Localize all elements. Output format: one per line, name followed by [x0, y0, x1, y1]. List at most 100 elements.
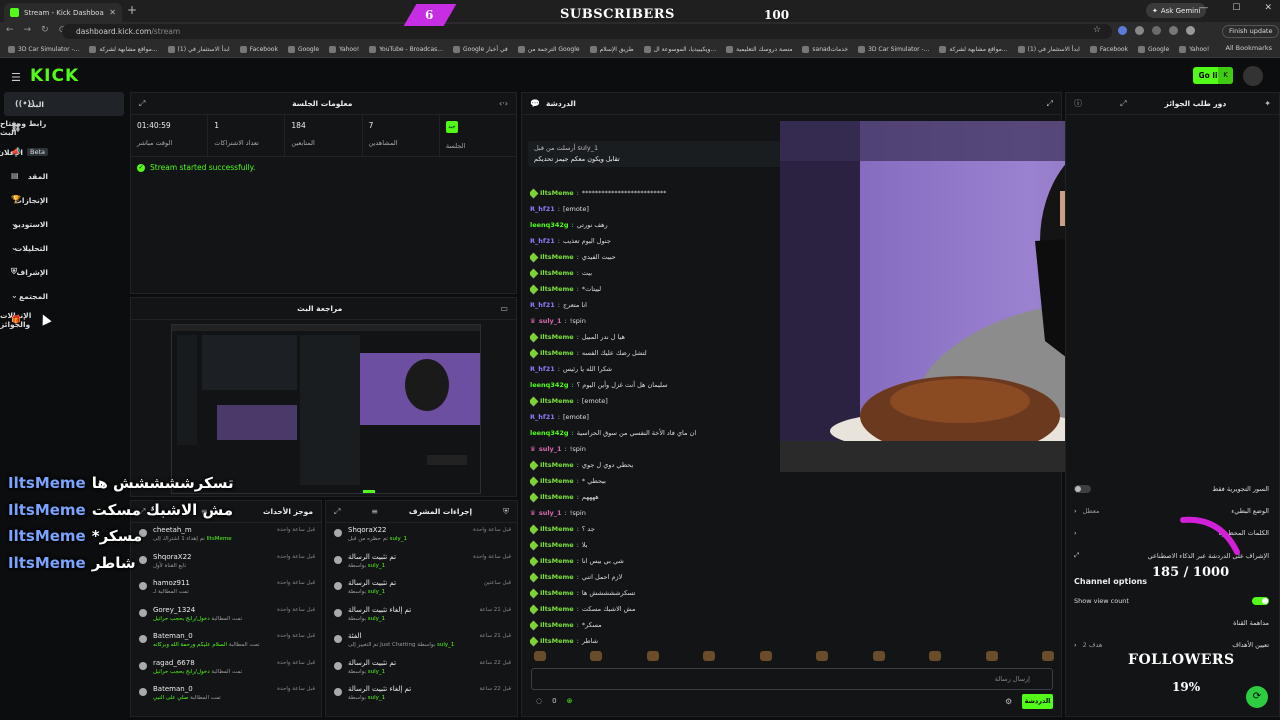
chat-username[interactable]: suly_1	[539, 509, 562, 517]
event-row[interactable]: Gorey_1324 تمت المطالبة دخول/رابح بحجب حر…	[131, 603, 321, 630]
chat-username[interactable]: IltsMeme	[540, 493, 574, 501]
all-bookmarks-button[interactable]: All Bookmarks	[1226, 44, 1272, 52]
sidebar-item-gift[interactable]: 🎁 الإنزالات والجوائز	[0, 308, 128, 332]
chat-username[interactable]: IltsMeme	[540, 189, 574, 197]
event-row[interactable]: ragad_6678 تمت المطالبة دخول/رابح بحجب حر…	[131, 656, 321, 683]
option-show-view-count[interactable]: Show view count	[1074, 597, 1269, 605]
chat-username[interactable]: IltsMeme	[540, 477, 574, 485]
chat-username[interactable]: R_hf21	[530, 413, 555, 421]
expand-icon[interactable]: ⤢	[334, 507, 340, 517]
info-icon[interactable]: ⓘ	[1074, 98, 1082, 109]
option-channel-raid[interactable]: مداهمة القناة	[1074, 619, 1269, 627]
forward-icon[interactable]: →	[24, 25, 32, 35]
maximize-icon[interactable]: ☐	[1232, 3, 1240, 13]
mod-action-row[interactable]: ShqoraX22 تم حظره من قبل suly_1 قبل ساعة و…	[326, 523, 517, 550]
chat-message[interactable]: IltsMeme: ههههم	[530, 489, 775, 505]
chat-username[interactable]: IltsMeme	[540, 397, 574, 405]
bookmark-item[interactable]: Yahoo!	[1179, 45, 1209, 53]
chat-message[interactable]: IltsMeme: *مسكر	[530, 617, 775, 633]
chat-input[interactable]: إرسال رسالة	[531, 668, 1053, 690]
chat-message[interactable]: R_hf21: [emote]	[530, 201, 775, 217]
chat-username[interactable]: suly_1	[539, 317, 562, 325]
mod-action-row[interactable]: تم إلغاء تثبيت الرسالة بواسطة suly_1 قبل 2…	[326, 682, 517, 709]
chat-username[interactable]: IltsMeme	[540, 333, 574, 341]
mod-action-row[interactable]: تم تثبيت الرسالة بواسطة suly_1 قبل ساعتين	[326, 576, 517, 603]
filter-icon[interactable]: ≡	[371, 507, 378, 516]
mod-action-row[interactable]: تم تثبيت الرسالة بواسطة suly_1 قبل 22 ساعة	[326, 656, 517, 683]
emotes-only-toggle[interactable]	[1074, 485, 1091, 493]
refresh-fab-icon[interactable]: ⟳	[1246, 686, 1268, 708]
chat-username[interactable]: IltsMeme	[540, 461, 574, 469]
chat-message[interactable]: IltsMeme: بيت	[530, 265, 775, 281]
chat-username[interactable]: IltsMeme	[540, 285, 574, 293]
bookmark-item[interactable]: مواقع مشابهة لشركة...	[939, 45, 1008, 53]
chat-username[interactable]: R_hf21	[530, 237, 555, 245]
emote-icon[interactable]	[703, 651, 716, 661]
close-icon[interactable]: ✕	[109, 8, 116, 17]
chat-username[interactable]: leenq342g	[530, 429, 569, 437]
chat-username[interactable]: IltsMeme	[540, 605, 574, 613]
bookmark-item[interactable]: Google	[1138, 45, 1169, 53]
points-icon[interactable]: ◌	[536, 697, 542, 705]
chat-message[interactable]: IltsMeme: حبيت الفيدي	[530, 249, 775, 265]
go-live-dropdown-icon[interactable]: K	[1218, 67, 1233, 84]
chat-message[interactable]: R_hf21: جنول اليوم تعذيب	[530, 233, 775, 249]
bookmark-item[interactable]: (1) ابدأ الاستثمار في	[167, 45, 230, 53]
chat-message[interactable]: IltsMeme: لازم احمل اتني	[530, 569, 775, 585]
chat-message[interactable]: IltsMeme: يحطي دوي ل جوي	[530, 457, 775, 473]
mod-action-row[interactable]: تم تثبيت الرسالة بواسطة suly_1 قبل ساعة وا…	[326, 550, 517, 577]
chat-message[interactable]: IltsMeme: * بيحطي	[530, 473, 775, 489]
emote-icon[interactable]	[929, 651, 942, 661]
chat-username[interactable]: IltsMeme	[540, 637, 574, 645]
chat-message[interactable]: IltsMeme: شي بي بيس انا	[530, 553, 775, 569]
show-view-count-toggle[interactable]	[1252, 597, 1269, 605]
sidebar-item-megaphone[interactable]: 📣 الإعلان Beta	[0, 140, 128, 164]
expand-icon[interactable]: ⤢	[139, 99, 145, 109]
chat-message[interactable]: IltsMeme: **************************	[530, 185, 775, 201]
chat-username[interactable]: leenq342g	[530, 221, 569, 229]
chat-username[interactable]: R_hf21	[530, 205, 555, 213]
chat-username[interactable]: IltsMeme	[540, 573, 574, 581]
emote-icon[interactable]	[816, 651, 829, 661]
chat-message[interactable]: IltsMeme: *لييتات	[530, 281, 775, 297]
event-row[interactable]: Bateman_0 تمت المطالبة صلي على النبي قبل س…	[131, 682, 321, 709]
reload-icon[interactable]: ↻	[41, 25, 49, 35]
chat-message[interactable]: R_hf21: [emote]	[530, 409, 775, 425]
profile-icon[interactable]	[1186, 26, 1195, 35]
chat-message[interactable]: ♛ suly_1: !spin	[530, 313, 775, 329]
sidebar-item-shield[interactable]: ⛨ الإشراف	[0, 260, 128, 284]
chat-message[interactable]: IltsMeme: [emote]	[530, 393, 775, 409]
chat-username[interactable]: IltsMeme	[540, 525, 574, 533]
option-goals[interactable]: › هدف 2 تعيين الأهداف	[1074, 641, 1269, 649]
extension-icon[interactable]	[1169, 26, 1178, 35]
bookmark-item[interactable]: 3D Car Simulator -...	[8, 45, 79, 53]
chat-message[interactable]: IltsMeme: شاطر	[530, 633, 775, 649]
emote-icon[interactable]	[590, 651, 603, 661]
option-emotes-only[interactable]: السور التجويرية فقط	[1074, 485, 1269, 493]
emote-icon[interactable]	[1041, 651, 1054, 661]
sidebar-item-trophy[interactable]: 🏆 الإنجازات	[0, 188, 128, 212]
sidebar-item-link[interactable]: ⛓ رابط ومفتاح البث	[0, 116, 128, 140]
event-row[interactable]: Bateman_0 تمت المطالبة السلام عليكم ورحمة…	[131, 629, 321, 656]
chat-username[interactable]: IltsMeme	[540, 621, 574, 629]
emote-icon[interactable]	[759, 651, 772, 661]
ask-gemini-button[interactable]: ✦ Ask Gemini	[1146, 3, 1207, 18]
expand-icon[interactable]: ⤢	[1047, 99, 1053, 109]
bookmark-item[interactable]: Facebook	[239, 45, 278, 53]
minimize-icon[interactable]: —	[1199, 3, 1208, 13]
bookmark-item[interactable]: منصة دروسك التعليمية	[726, 45, 792, 53]
bookmark-item[interactable]: الترجمة من Google	[517, 45, 580, 53]
sidebar-item-broadcast[interactable]: ((•)) البث	[4, 92, 124, 116]
extension-icon[interactable]	[1135, 26, 1144, 35]
extension-icon[interactable]	[1118, 26, 1127, 35]
avatar[interactable]	[1243, 66, 1263, 86]
bookmark-item[interactable]: YouTube - Broadcas...	[369, 45, 443, 53]
chat-message[interactable]: R_hf21: انا متعرج	[530, 297, 775, 313]
sidebar-item-community[interactable]: ⌄ المجتمع	[0, 284, 128, 308]
chat-username[interactable]: suly_1	[539, 445, 562, 453]
menu-icon[interactable]: ☰	[11, 71, 21, 84]
chat-username[interactable]: IltsMeme	[540, 253, 574, 261]
bookmark-item[interactable]: طريق الإسلام	[589, 45, 634, 53]
chat-username[interactable]: IltsMeme	[540, 557, 574, 565]
expand-icon[interactable]: ⤢	[1120, 99, 1126, 109]
